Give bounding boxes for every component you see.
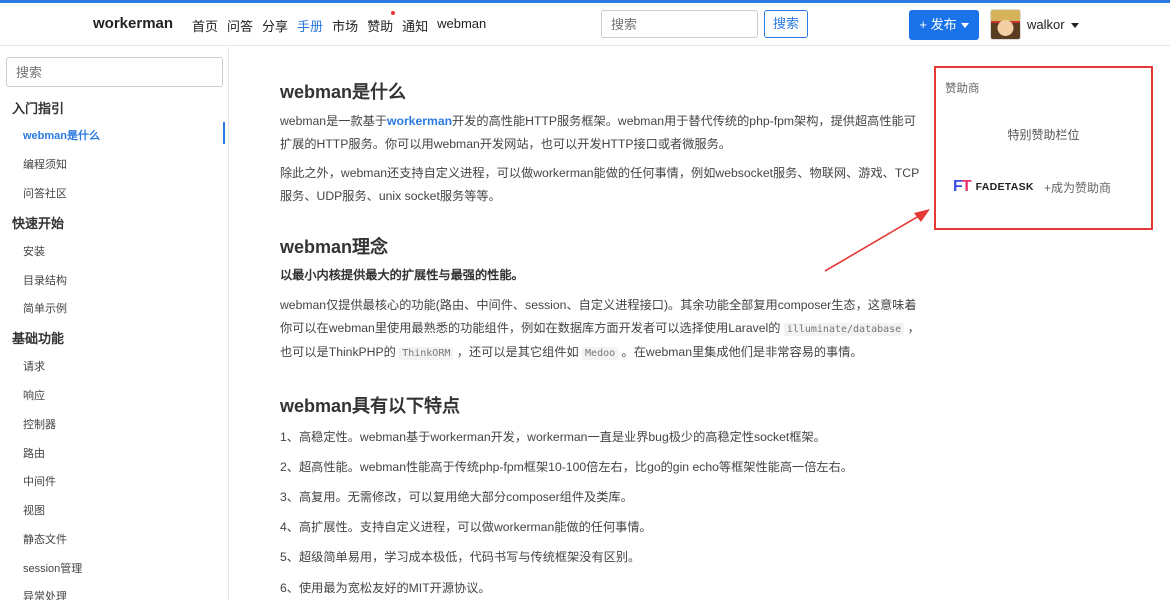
arrow-head: [914, 209, 930, 222]
arrow-line: [824, 212, 925, 272]
annotation-arrow: [824, 209, 930, 272]
